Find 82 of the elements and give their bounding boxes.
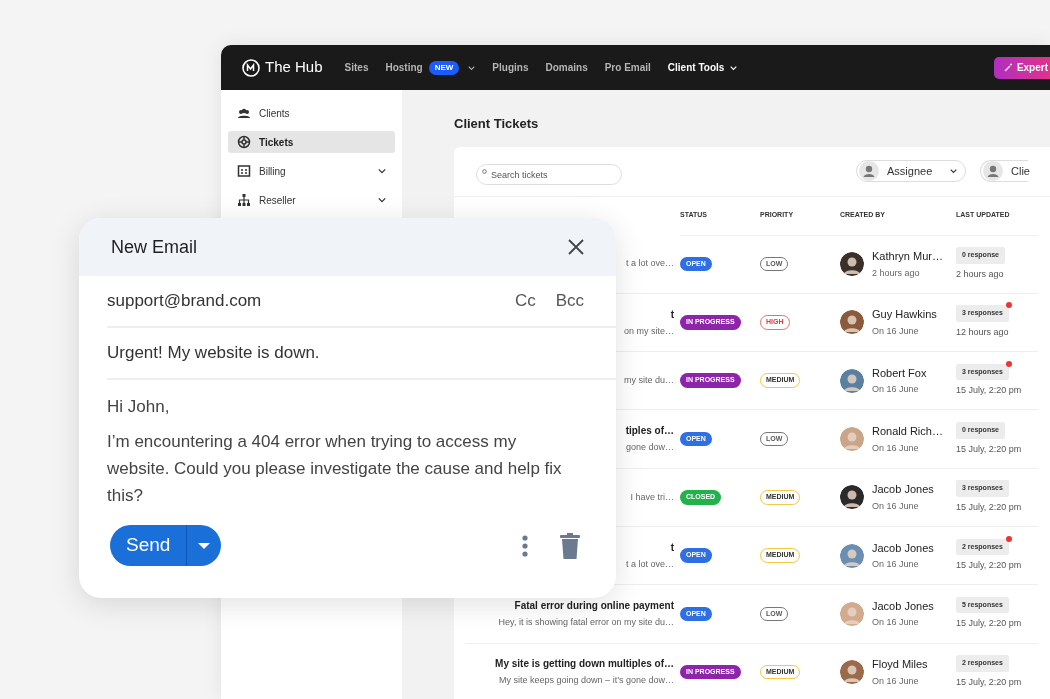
invoice-icon bbox=[237, 164, 251, 178]
creator-name: Jacob Jones bbox=[872, 482, 934, 498]
avatar-icon bbox=[840, 310, 864, 335]
updated-time: 15 July, 2:20 pm bbox=[956, 384, 1022, 398]
to-field[interactable]: support@brand.com bbox=[107, 288, 515, 314]
creator-name: Robert Fox bbox=[872, 365, 927, 381]
creator-name: Guy Hawkins bbox=[872, 307, 937, 323]
nav-link[interactable]: Client Tools bbox=[667, 60, 738, 75]
dialog-title: New Email bbox=[111, 235, 199, 259]
updated-time: 2 hours ago bbox=[956, 267, 1004, 281]
close-icon[interactable] bbox=[568, 239, 584, 255]
email-greeting: Hi John, bbox=[107, 396, 171, 418]
avatar-icon bbox=[840, 485, 864, 510]
creator-name: Kathryn Mur… bbox=[872, 249, 943, 265]
avatar-icon bbox=[840, 427, 864, 452]
ticket-preview: gone dow… bbox=[625, 441, 674, 455]
send-button[interactable]: Send bbox=[110, 525, 222, 566]
ticket-title: My site is getting down multiples of… bbox=[495, 657, 674, 672]
avatar-icon bbox=[840, 252, 864, 277]
creator-name: Jacob Jones bbox=[872, 540, 934, 556]
subject-field[interactable]: Urgent! My website is down. bbox=[107, 340, 320, 366]
ticket-title: tiples of… bbox=[625, 424, 674, 439]
avatar-icon bbox=[840, 543, 864, 568]
cc-link[interactable]: Cc bbox=[514, 288, 536, 314]
search-field[interactable]: Search tickets bbox=[476, 164, 622, 185]
creator-name: Jacob Jones bbox=[872, 598, 934, 614]
trash-icon[interactable] bbox=[560, 532, 580, 559]
filter-dropdown[interactable]: Clie bbox=[980, 160, 1028, 182]
sidebar-item[interactable]: Clients bbox=[228, 102, 395, 124]
ticket-title: t bbox=[670, 307, 674, 322]
sidebar-item[interactable]: Tickets bbox=[228, 131, 395, 153]
nav-link[interactable]: Hosting NEW bbox=[385, 60, 476, 75]
ticket-preview: t a lot ove… bbox=[625, 557, 674, 571]
updated-time: 15 July, 2:20 pm bbox=[956, 617, 1022, 631]
updated-time: 15 July, 2:20 pm bbox=[956, 675, 1022, 689]
avatar-icon bbox=[840, 601, 864, 626]
updated-time: 15 July, 2:20 pm bbox=[956, 559, 1022, 573]
created-date: On 16 June bbox=[872, 674, 920, 688]
nav-link[interactable]: Pro Email bbox=[604, 60, 651, 75]
magic-wand-icon bbox=[1003, 63, 1013, 72]
sidebar-item[interactable]: Reseller bbox=[228, 189, 395, 211]
created-date: On 16 June bbox=[872, 558, 920, 572]
created-date: On 16 June bbox=[872, 441, 920, 455]
user-icon bbox=[859, 161, 879, 181]
ticket-preview: t a lot ove… bbox=[625, 257, 674, 271]
lifebuoy-icon bbox=[237, 135, 251, 149]
updated-time: 15 July, 2:20 pm bbox=[956, 442, 1022, 456]
ticket-preview: Hey, it is showing fatal error on my site du… bbox=[498, 616, 674, 630]
hierarchy-icon bbox=[237, 193, 251, 207]
user-icon bbox=[983, 161, 1003, 181]
created-date: On 16 June bbox=[872, 616, 920, 630]
search-icon bbox=[482, 168, 487, 174]
updated-time: 12 hours ago bbox=[956, 325, 1009, 339]
nav-link[interactable]: Domains bbox=[545, 60, 588, 75]
ticket-preview: my site du… bbox=[624, 374, 674, 387]
page-title: Client Tickets bbox=[454, 115, 540, 133]
nav-link[interactable]: Sites bbox=[344, 60, 369, 75]
more-options-icon[interactable] bbox=[522, 534, 528, 557]
updated-time: 15 July, 2:20 pm bbox=[956, 500, 1022, 514]
email-body: I’m encountering a 404 error when trying to access my website. Could you please investigate the cause and help fix this? bbox=[107, 430, 563, 507]
new-badge: NEW bbox=[428, 60, 460, 75]
ticket-preview: I have tri… bbox=[630, 490, 674, 504]
ticket-preview: on my site… bbox=[624, 324, 674, 338]
ticket-title: Fatal error during online payment bbox=[514, 599, 674, 614]
created-date: On 16 June bbox=[872, 499, 920, 513]
bcc-link[interactable]: Bcc bbox=[555, 288, 584, 314]
avatar-icon bbox=[840, 660, 864, 685]
created-date: On 16 June bbox=[872, 324, 920, 338]
creator-name: Floyd Miles bbox=[872, 657, 928, 673]
app-name: The Hub bbox=[265, 57, 323, 78]
chevron-down-icon bbox=[950, 168, 957, 174]
created-date: 2 hours ago bbox=[872, 266, 921, 280]
ticket-preview: My site keeps going down – it’s gone dow… bbox=[499, 674, 674, 688]
ticket-title: t bbox=[670, 540, 674, 555]
expert-button[interactable]: Expert bbox=[993, 56, 1050, 79]
sidebar-item[interactable]: Billing bbox=[228, 160, 395, 182]
logo-icon bbox=[242, 58, 260, 77]
created-date: On 16 June bbox=[872, 383, 920, 397]
creator-name: Ronald Rich… bbox=[872, 424, 943, 440]
avatar-icon bbox=[840, 368, 864, 393]
people-icon bbox=[237, 106, 251, 120]
nav-link[interactable]: Plugins bbox=[492, 60, 529, 75]
